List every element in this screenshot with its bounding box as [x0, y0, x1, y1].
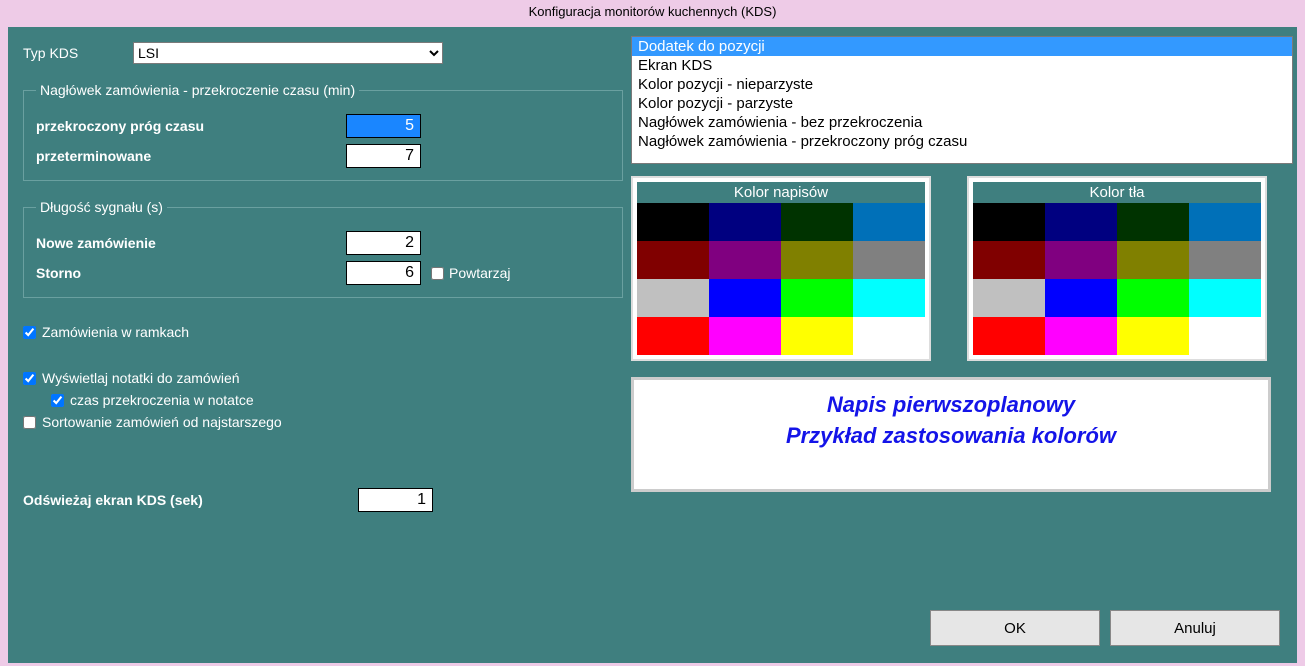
refresh-label: Odświeżaj ekran KDS (sek) — [23, 492, 358, 508]
palette-text-title: Kolor napisów — [637, 182, 925, 203]
color-preview: Napis pierwszoplanowy Przykład zastosowa… — [631, 377, 1271, 492]
bg-color-swatch[interactable] — [1117, 279, 1189, 317]
bg-color-swatch[interactable] — [1189, 241, 1261, 279]
bg-color-swatch[interactable] — [1117, 317, 1189, 355]
expired-input[interactable] — [346, 144, 421, 168]
ok-button[interactable]: OK — [930, 610, 1100, 646]
listbox-item[interactable]: Ekran KDS — [632, 56, 1292, 75]
color-target-listbox[interactable]: Dodatek do pozycjiEkran KDSKolor pozycji… — [631, 36, 1293, 164]
bg-color-swatch[interactable] — [973, 279, 1045, 317]
cancel-button[interactable]: Anuluj — [1110, 610, 1280, 646]
text-color-swatch[interactable] — [853, 203, 925, 241]
listbox-item[interactable]: Dodatek do pozycji — [632, 37, 1292, 56]
time-in-note-checkbox[interactable] — [51, 394, 64, 407]
bg-color-swatch[interactable] — [1189, 279, 1261, 317]
text-color-swatch[interactable] — [853, 317, 925, 355]
text-color-swatch[interactable] — [781, 279, 853, 317]
text-color-swatch[interactable] — [853, 241, 925, 279]
bg-color-swatch[interactable] — [1117, 203, 1189, 241]
bg-color-swatch[interactable] — [1045, 203, 1117, 241]
bg-color-swatch[interactable] — [973, 241, 1045, 279]
sort-oldest-checkbox[interactable] — [23, 416, 36, 429]
fieldset-time-legend: Nagłówek zamówienia - przekroczenie czas… — [36, 82, 359, 98]
fieldset-signal: Długość sygnału (s) Nowe zamówienie Stor… — [23, 199, 623, 298]
text-color-swatch[interactable] — [709, 241, 781, 279]
kds-type-label: Typ KDS — [23, 45, 133, 61]
bg-color-swatch[interactable] — [1045, 317, 1117, 355]
text-color-swatch[interactable] — [637, 203, 709, 241]
palette-bg-title: Kolor tła — [973, 182, 1261, 203]
bg-color-swatch[interactable] — [1045, 241, 1117, 279]
kds-type-select[interactable]: LSI — [133, 42, 443, 64]
bg-color-swatch[interactable] — [1117, 241, 1189, 279]
refresh-input[interactable] — [358, 488, 433, 512]
notes-checkbox[interactable] — [23, 372, 36, 385]
threshold-input[interactable] — [346, 114, 421, 138]
time-in-note-label: czas przekroczenia w notatce — [70, 392, 254, 408]
storno-label: Storno — [36, 265, 346, 281]
text-color-swatch[interactable] — [781, 317, 853, 355]
main-panel: Typ KDS LSI Nagłówek zamówienia - przekr… — [8, 27, 1297, 663]
storno-input[interactable] — [346, 261, 421, 285]
right-column: Dodatek do pozycjiEkran KDSKolor pozycji… — [631, 36, 1296, 492]
repeat-checkbox[interactable] — [431, 267, 444, 280]
dialog-buttons: OK Anuluj — [930, 610, 1280, 646]
bg-color-swatch[interactable] — [1189, 317, 1261, 355]
text-color-swatch[interactable] — [709, 317, 781, 355]
left-column: Typ KDS LSI Nagłówek zamówienia - przekr… — [23, 42, 623, 512]
text-color-swatch[interactable] — [781, 241, 853, 279]
bg-color-swatch[interactable] — [973, 317, 1045, 355]
listbox-item[interactable]: Nagłówek zamówienia - bez przekroczenia — [632, 113, 1292, 132]
frames-label: Zamówienia w ramkach — [42, 324, 189, 340]
sort-oldest-label: Sortowanie zamówień od najstarszego — [42, 414, 282, 430]
bg-color-swatch[interactable] — [973, 203, 1045, 241]
frames-checkbox[interactable] — [23, 326, 36, 339]
text-color-swatch[interactable] — [637, 241, 709, 279]
text-color-swatch[interactable] — [637, 279, 709, 317]
text-color-swatch[interactable] — [637, 317, 709, 355]
notes-label: Wyświetlaj notatki do zamówień — [42, 370, 240, 386]
bg-color-swatch[interactable] — [1189, 203, 1261, 241]
fieldset-signal-legend: Długość sygnału (s) — [36, 199, 167, 215]
text-color-swatch[interactable] — [781, 203, 853, 241]
listbox-item[interactable]: Nagłówek zamówienia - przekroczony próg … — [632, 132, 1292, 151]
palette-text: Kolor napisów — [631, 176, 931, 361]
listbox-item[interactable]: Kolor pozycji - nieparzyste — [632, 75, 1292, 94]
text-color-swatch[interactable] — [709, 279, 781, 317]
fieldset-time-exceed: Nagłówek zamówienia - przekroczenie czas… — [23, 82, 623, 181]
window-title: Konfiguracja monitorów kuchennych (KDS) — [0, 0, 1305, 23]
threshold-label: przekroczony próg czasu — [36, 118, 346, 134]
listbox-item[interactable]: Kolor pozycji - parzyste — [632, 94, 1292, 113]
expired-label: przeterminowane — [36, 148, 346, 164]
new-order-label: Nowe zamówienie — [36, 235, 346, 251]
repeat-label: Powtarzaj — [449, 265, 510, 281]
preview-line-2: Przykład zastosowania kolorów — [786, 421, 1116, 452]
new-order-input[interactable] — [346, 231, 421, 255]
bg-color-swatch[interactable] — [1045, 279, 1117, 317]
text-color-swatch[interactable] — [853, 279, 925, 317]
preview-line-1: Napis pierwszoplanowy — [827, 390, 1075, 421]
palette-bg: Kolor tła — [967, 176, 1267, 361]
text-color-swatch[interactable] — [709, 203, 781, 241]
